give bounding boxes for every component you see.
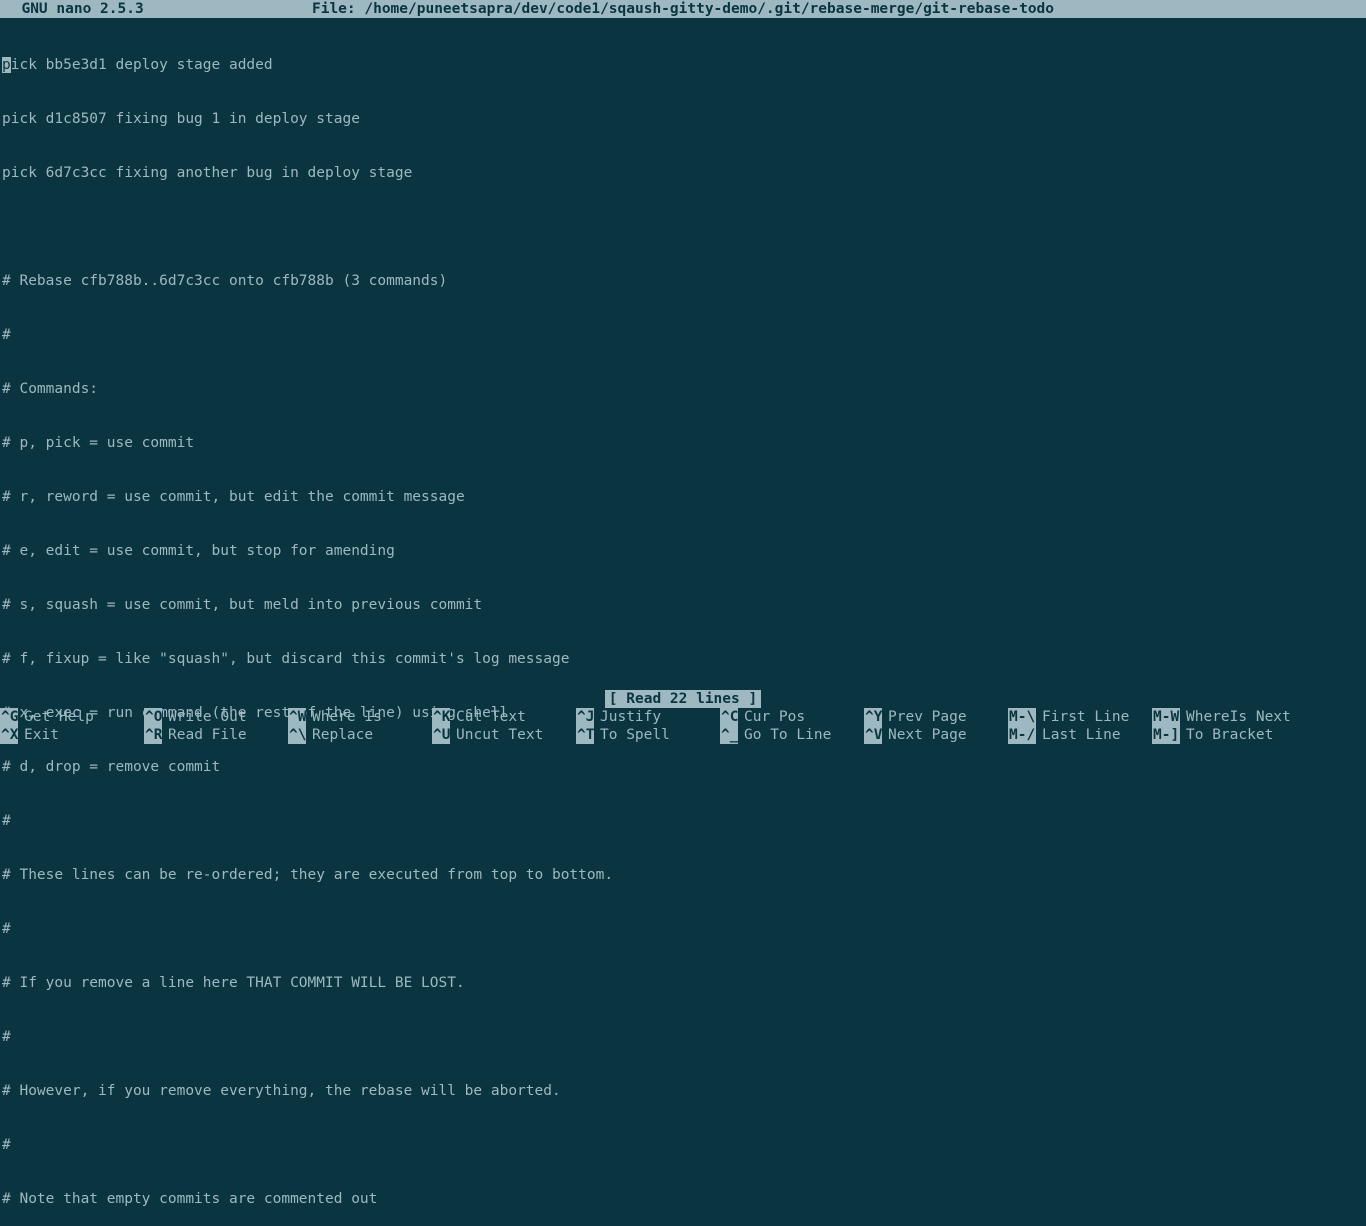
- shortcut-cell: ^JJustify: [576, 708, 720, 726]
- shortcut-cell: M-WWhereIs Next: [1152, 708, 1322, 726]
- buffer-line[interactable]: # Note that empty commits are commented …: [2, 1190, 1366, 1208]
- status-bar-wrapper: [ Read 22 lines ]: [0, 690, 1366, 708]
- shortcut-label: WhereIs Next: [1180, 708, 1291, 726]
- shortcut-cell: ^\Replace: [288, 726, 432, 744]
- shortcut-key: ^X: [0, 726, 18, 744]
- shortcut-key: ^T: [576, 726, 594, 744]
- shortcut-key: ^W: [288, 708, 306, 726]
- shortcut-cell: ^UUncut Text: [432, 726, 576, 744]
- shortcut-label: Next Page: [882, 726, 967, 744]
- buffer-line[interactable]: # r, reword = use commit, but edit the c…: [2, 488, 1366, 506]
- shortcut-cell: ^GGet Help: [0, 708, 144, 726]
- shortcut-row: ^XExit^RRead File^\Replace^UUncut Text^T…: [0, 726, 1366, 744]
- buffer-line[interactable]: # If you remove a line here THAT COMMIT …: [2, 974, 1366, 992]
- shortcut-label: To Spell: [594, 726, 670, 744]
- shortcut-cell: ^_Go To Line: [720, 726, 864, 744]
- buffer-line[interactable]: # s, squash = use commit, but meld into …: [2, 596, 1366, 614]
- shortcut-key: ^K: [432, 708, 450, 726]
- shortcut-label: First Line: [1036, 708, 1129, 726]
- shortcut-label: Replace: [306, 726, 373, 744]
- buffer-line[interactable]: # Rebase cfb788b..6d7c3cc onto cfb788b (…: [2, 272, 1366, 290]
- shortcut-cell: ^WWhere Is: [288, 708, 432, 726]
- file-path: File: /home/puneetsapra/dev/code1/sqaush…: [312, 1, 1054, 17]
- shortcut-label: Last Line: [1036, 726, 1121, 744]
- buffer-line[interactable]: #: [2, 812, 1366, 830]
- shortcut-cell: ^XExit: [0, 726, 144, 744]
- shortcut-key: ^\: [288, 726, 306, 744]
- shortcut-label: Where Is: [306, 708, 382, 726]
- shortcut-cell: ^TTo Spell: [576, 726, 720, 744]
- shortcut-key: M-/: [1008, 726, 1036, 744]
- shortcut-key: ^R: [144, 726, 162, 744]
- shortcut-cell: ^YPrev Page: [864, 708, 1008, 726]
- shortcut-cell: ^VNext Page: [864, 726, 1008, 744]
- shortcut-label: Get Help: [18, 708, 94, 726]
- buffer-line[interactable]: # These lines can be re-ordered; they ar…: [2, 866, 1366, 884]
- shortcut-key: ^U: [432, 726, 450, 744]
- shortcut-label: Cut Text: [450, 708, 526, 726]
- status-message: [ Read 22 lines ]: [605, 690, 761, 708]
- shortcut-key: ^_: [720, 726, 738, 744]
- shortcut-label: Cur Pos: [738, 708, 805, 726]
- shortcut-row: ^GGet Help^OWrite Out^WWhere Is^KCut Tex…: [0, 708, 1366, 726]
- buffer-line[interactable]: [2, 218, 1366, 236]
- buffer-line[interactable]: pick bb5e3d1 deploy stage added: [2, 56, 1366, 74]
- shortcut-cell: M-]To Bracket: [1152, 726, 1322, 744]
- shortcut-key: ^C: [720, 708, 738, 726]
- shortcut-cell: ^CCur Pos: [720, 708, 864, 726]
- shortcut-key: ^J: [576, 708, 594, 726]
- shortcut-key: ^G: [0, 708, 18, 726]
- buffer-line[interactable]: #: [2, 326, 1366, 344]
- buffer-line[interactable]: # e, edit = use commit, but stop for ame…: [2, 542, 1366, 560]
- shortcut-label: Go To Line: [738, 726, 831, 744]
- shortcut-cell: ^KCut Text: [432, 708, 576, 726]
- buffer-line[interactable]: # Commands:: [2, 380, 1366, 398]
- shortcut-label: Read File: [162, 726, 247, 744]
- buffer-line[interactable]: #: [2, 920, 1366, 938]
- editor-content[interactable]: pick bb5e3d1 deploy stage added pick d1c…: [0, 18, 1366, 1226]
- buffer-line[interactable]: #: [2, 1136, 1366, 1154]
- buffer-line[interactable]: # d, drop = remove commit: [2, 758, 1366, 776]
- shortcut-bar: ^GGet Help^OWrite Out^WWhere Is^KCut Tex…: [0, 708, 1366, 744]
- shortcut-cell: ^RRead File: [144, 726, 288, 744]
- shortcut-key: ^V: [864, 726, 882, 744]
- shortcut-cell: ^OWrite Out: [144, 708, 288, 726]
- shortcut-key: M-W: [1152, 708, 1180, 726]
- shortcut-label: To Bracket: [1180, 726, 1273, 744]
- buffer-line[interactable]: # f, fixup = like "squash", but discard …: [2, 650, 1366, 668]
- buffer-line[interactable]: pick d1c8507 fixing bug 1 in deploy stag…: [2, 110, 1366, 128]
- app-name: GNU nano 2.5.3: [4, 1, 144, 17]
- shortcut-cell: M-/Last Line: [1008, 726, 1152, 744]
- shortcut-label: Justify: [594, 708, 661, 726]
- buffer-line[interactable]: #: [2, 1028, 1366, 1046]
- buffer-line[interactable]: # p, pick = use commit: [2, 434, 1366, 452]
- shortcut-label: Write Out: [162, 708, 247, 726]
- shortcut-label: Exit: [18, 726, 59, 744]
- shortcut-label: Prev Page: [882, 708, 967, 726]
- buffer-line[interactable]: # However, if you remove everything, the…: [2, 1082, 1366, 1100]
- shortcut-key: M-\: [1008, 708, 1036, 726]
- shortcut-key: ^Y: [864, 708, 882, 726]
- buffer-line[interactable]: pick 6d7c3cc fixing another bug in deplo…: [2, 164, 1366, 182]
- shortcut-key: ^O: [144, 708, 162, 726]
- title-bar: GNU nano 2.5.3 File: /home/puneetsapra/d…: [0, 0, 1366, 18]
- shortcut-label: Uncut Text: [450, 726, 543, 744]
- cursor: p: [2, 57, 11, 73]
- shortcut-key: M-]: [1152, 726, 1180, 744]
- shortcut-cell: M-\First Line: [1008, 708, 1152, 726]
